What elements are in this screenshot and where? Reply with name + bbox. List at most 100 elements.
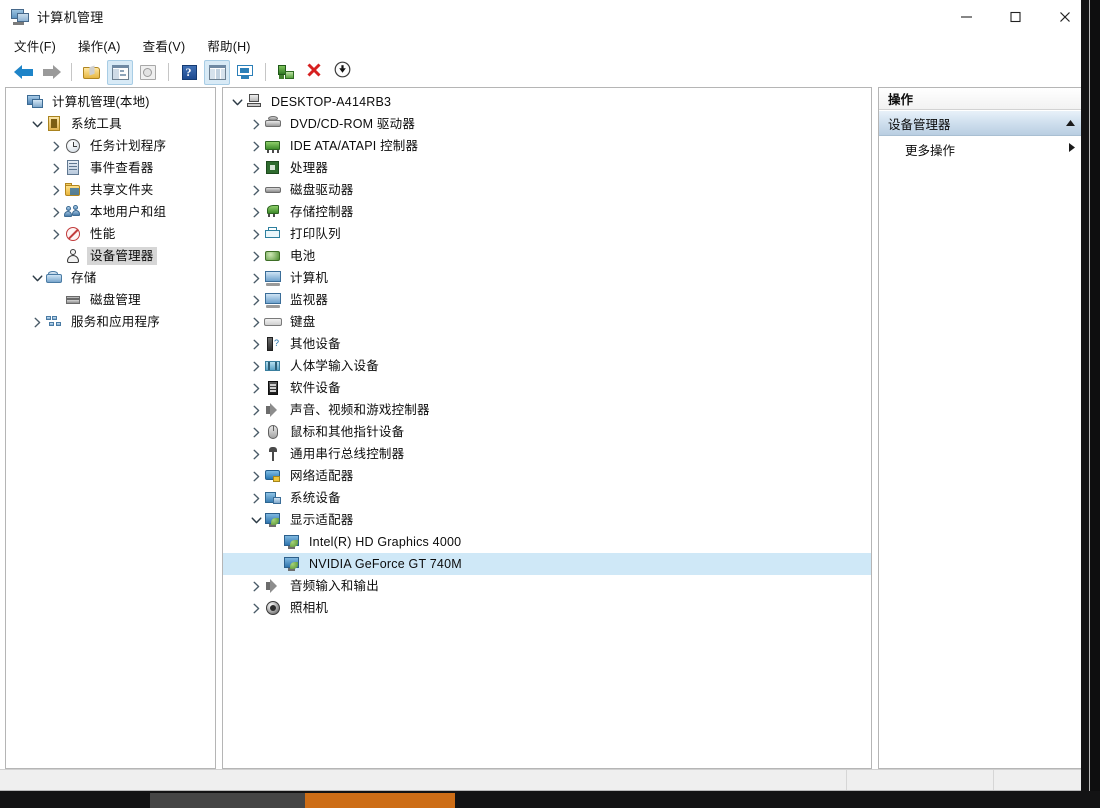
battery-icon bbox=[264, 247, 282, 265]
properties-button[interactable] bbox=[135, 60, 161, 85]
taskbar-item-active[interactable] bbox=[305, 793, 455, 808]
tree-item-label: 磁盘管理 bbox=[87, 291, 144, 309]
tree-item[interactable]: 通用串行总线控制器 bbox=[223, 443, 871, 465]
tree-item[interactable]: 处理器 bbox=[223, 157, 871, 179]
tree-item[interactable]: 共享文件夹 bbox=[6, 179, 215, 201]
chevron-right-icon[interactable] bbox=[248, 377, 264, 399]
tree-item[interactable]: IDE ATA/ATAPI 控制器 bbox=[223, 135, 871, 157]
chevron-right-icon[interactable] bbox=[248, 399, 264, 421]
tree-item[interactable]: 键盘 bbox=[223, 311, 871, 333]
tree-item[interactable]: 软件设备 bbox=[223, 377, 871, 399]
tree-item[interactable]: 服务和应用程序 bbox=[6, 311, 215, 333]
chevron-right-icon[interactable] bbox=[248, 465, 264, 487]
tree-item[interactable]: 打印队列 bbox=[223, 223, 871, 245]
tree-item[interactable]: DVD/CD-ROM 驱动器 bbox=[223, 113, 871, 135]
chevron-right-icon[interactable] bbox=[248, 443, 264, 465]
status-bar bbox=[0, 769, 1089, 790]
tree-item[interactable]: 设备管理器 bbox=[6, 245, 215, 267]
title-bar[interactable]: 计算机管理 bbox=[0, 0, 1089, 33]
chevron-right-icon[interactable] bbox=[248, 135, 264, 157]
chevron-right-icon[interactable] bbox=[48, 201, 64, 223]
tree-item[interactable]: ?其他设备 bbox=[223, 333, 871, 355]
chevron-right-icon[interactable] bbox=[248, 311, 264, 333]
chevron-down-icon[interactable] bbox=[29, 113, 45, 135]
back-button[interactable] bbox=[10, 60, 36, 85]
disk-management-icon bbox=[64, 291, 82, 309]
chevron-right-icon[interactable] bbox=[248, 421, 264, 443]
tree-item[interactable]: DESKTOP-A414RB3 bbox=[223, 91, 871, 113]
menu-file[interactable]: 文件(F) bbox=[14, 36, 56, 55]
chevron-right-icon[interactable] bbox=[248, 597, 264, 619]
chevron-up-icon[interactable] bbox=[1065, 116, 1076, 130]
tree-item[interactable]: 照相机 bbox=[223, 597, 871, 619]
help-button[interactable]: ? bbox=[176, 60, 202, 85]
tree-item[interactable]: 计算机 bbox=[223, 267, 871, 289]
chevron-right-icon[interactable] bbox=[48, 179, 64, 201]
device-tree-pane[interactable]: DESKTOP-A414RB3DVD/CD-ROM 驱动器IDE ATA/ATA… bbox=[222, 87, 872, 769]
console-tree-pane[interactable]: 计算机管理(本地)系统工具任务计划程序事件查看器共享文件夹本地用户和组性能设备管… bbox=[5, 87, 216, 769]
scan-hardware-changes-button[interactable] bbox=[273, 60, 299, 85]
menu-action[interactable]: 操作(A) bbox=[78, 36, 121, 55]
minimize-button[interactable] bbox=[942, 0, 991, 33]
tree-item-label: 本地用户和组 bbox=[87, 203, 169, 221]
chevron-right-icon[interactable] bbox=[48, 223, 64, 245]
tree-item[interactable]: 显示适配器 bbox=[223, 509, 871, 531]
tree-item[interactable]: 性能 bbox=[6, 223, 215, 245]
tree-item[interactable]: Intel(R) HD Graphics 4000 bbox=[223, 531, 871, 553]
tree-item[interactable]: 网络适配器 bbox=[223, 465, 871, 487]
tree-item[interactable]: 音频输入和输出 bbox=[223, 575, 871, 597]
tree-item[interactable]: 存储 bbox=[6, 267, 215, 289]
chevron-right-icon[interactable] bbox=[48, 135, 64, 157]
dvd-drive-icon bbox=[264, 115, 282, 133]
disable-device-button[interactable] bbox=[329, 60, 355, 85]
actions-pane: 操作 设备管理器 更多操作 bbox=[878, 87, 1085, 769]
show-hide-action-pane-button[interactable] bbox=[204, 60, 230, 85]
chevron-right-icon[interactable] bbox=[248, 201, 264, 223]
menu-help[interactable]: 帮助(H) bbox=[207, 36, 250, 55]
chevron-down-icon[interactable] bbox=[29, 267, 45, 289]
tree-item[interactable]: 磁盘驱动器 bbox=[223, 179, 871, 201]
taskbar-item-gray[interactable] bbox=[150, 793, 305, 808]
tree-item[interactable]: 鼠标和其他指针设备 bbox=[223, 421, 871, 443]
update-driver-button[interactable] bbox=[232, 60, 258, 85]
tree-item[interactable]: 存储控制器 bbox=[223, 201, 871, 223]
uninstall-device-button[interactable] bbox=[301, 60, 327, 85]
chevron-right-icon[interactable] bbox=[248, 267, 264, 289]
tree-item[interactable]: NVIDIA GeForce GT 740M bbox=[223, 553, 871, 575]
action-more-actions[interactable]: 更多操作 bbox=[879, 136, 1084, 162]
chevron-right-icon[interactable] bbox=[29, 311, 45, 333]
taskbar[interactable] bbox=[0, 791, 1100, 808]
tree-item[interactable]: 系统工具 bbox=[6, 113, 215, 135]
chevron-right-icon[interactable] bbox=[248, 223, 264, 245]
tree-item[interactable]: 任务计划程序 bbox=[6, 135, 215, 157]
tree-item[interactable]: 磁盘管理 bbox=[6, 289, 215, 311]
chevron-right-icon[interactable] bbox=[248, 157, 264, 179]
tree-item[interactable]: 系统设备 bbox=[223, 487, 871, 509]
show-hide-console-tree-button[interactable] bbox=[107, 60, 133, 85]
tree-item[interactable]: 事件查看器 bbox=[6, 157, 215, 179]
maximize-button[interactable] bbox=[991, 0, 1040, 33]
tree-item[interactable]: 监视器 bbox=[223, 289, 871, 311]
chevron-right-icon[interactable] bbox=[1068, 142, 1076, 156]
chevron-right-icon[interactable] bbox=[48, 157, 64, 179]
chevron-right-icon[interactable] bbox=[248, 355, 264, 377]
forward-button[interactable] bbox=[38, 60, 64, 85]
chevron-right-icon[interactable] bbox=[248, 113, 264, 135]
chevron-right-icon[interactable] bbox=[248, 245, 264, 267]
chevron-right-icon[interactable] bbox=[248, 179, 264, 201]
chevron-down-icon[interactable] bbox=[229, 91, 245, 113]
tree-item[interactable]: 电池 bbox=[223, 245, 871, 267]
tree-item[interactable]: 人体学输入设备 bbox=[223, 355, 871, 377]
tree-item[interactable]: 本地用户和组 bbox=[6, 201, 215, 223]
chevron-right-icon[interactable] bbox=[248, 289, 264, 311]
menu-view[interactable]: 查看(V) bbox=[143, 36, 186, 55]
tree-item[interactable]: 声音、视频和游戏控制器 bbox=[223, 399, 871, 421]
chevron-right-icon[interactable] bbox=[248, 575, 264, 597]
chevron-down-icon[interactable] bbox=[248, 509, 264, 531]
chevron-right-icon[interactable] bbox=[248, 487, 264, 509]
processor-chip-icon bbox=[264, 159, 282, 177]
actions-section-device-manager[interactable]: 设备管理器 bbox=[879, 110, 1084, 136]
up-folder-button[interactable] bbox=[79, 60, 105, 85]
tree-item[interactable]: 计算机管理(本地) bbox=[6, 91, 215, 113]
chevron-right-icon[interactable] bbox=[248, 333, 264, 355]
